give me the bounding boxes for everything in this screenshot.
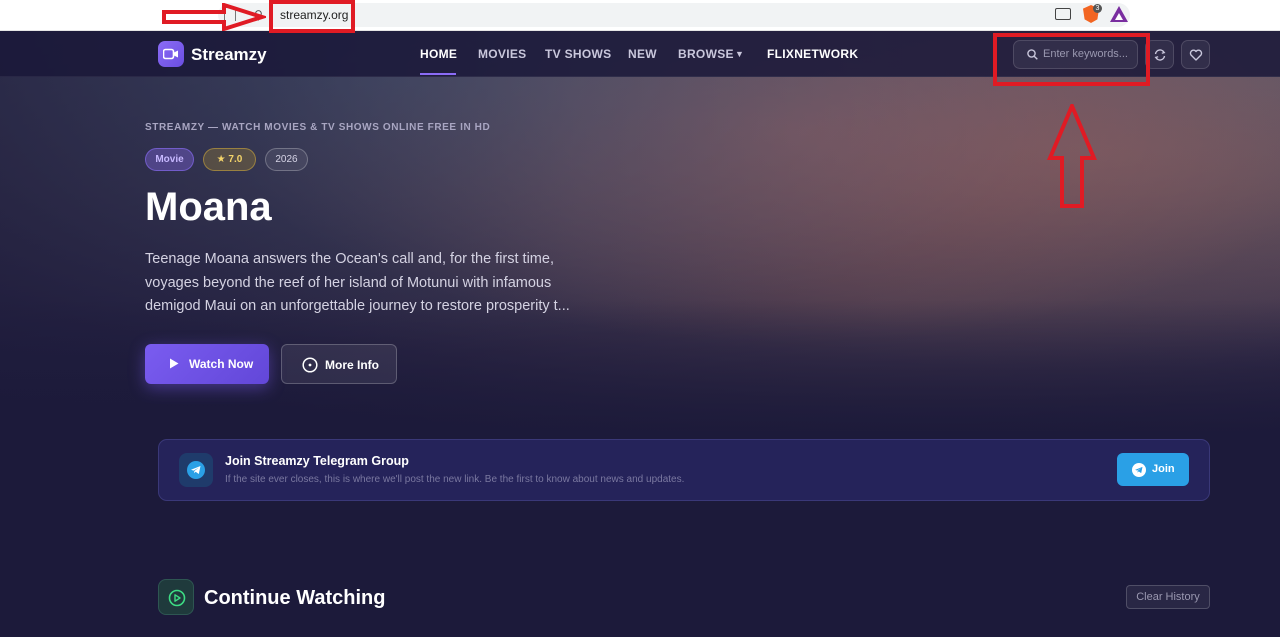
nav-tv-shows[interactable]: TV SHOWS — [545, 47, 611, 61]
watch-now-label: Watch Now — [189, 357, 254, 371]
telegram-icon — [187, 461, 205, 479]
nav-new[interactable]: NEW — [628, 47, 657, 61]
play-circle-icon — [168, 589, 186, 607]
nav-browse[interactable]: BROWSE — [678, 47, 734, 61]
telegram-banner — [158, 439, 1210, 501]
clear-history-button[interactable]: Clear History — [1126, 585, 1210, 609]
telegram-icon — [1132, 463, 1146, 477]
annotation-search-box — [993, 33, 1150, 86]
heart-icon — [1189, 49, 1203, 61]
chevron-down-icon[interactable]: ▼ — [735, 49, 744, 59]
telegram-icon-box — [179, 453, 213, 487]
telegram-subtitle: If the site ever closes, this is where w… — [225, 474, 685, 485]
nav-movies[interactable]: MOVIES — [478, 47, 526, 61]
continue-watching-icon-box — [158, 579, 194, 615]
logo-text[interactable]: Streamzy — [191, 45, 267, 65]
site-tagline: STREAMZY — WATCH MOVIES & TV SHOWS ONLIN… — [145, 122, 491, 133]
hero-title: Moana — [145, 185, 272, 229]
star-icon: ★ — [216, 154, 226, 165]
info-icon — [302, 357, 318, 373]
extension-badge: 3 — [1093, 4, 1102, 13]
telegram-title: Join Streamzy Telegram Group — [225, 454, 409, 468]
rating-value: 7.0 — [228, 154, 243, 165]
type-badge: Movie — [145, 148, 194, 171]
watch-now-button[interactable]: Watch Now — [145, 344, 269, 384]
hero-description: Teenage Moana answers the Ocean's call a… — [145, 251, 570, 314]
telegram-join-button[interactable]: Join — [1117, 453, 1189, 486]
nav-home[interactable]: HOME — [420, 47, 457, 61]
video-camera-icon — [163, 48, 178, 60]
play-icon — [170, 358, 179, 369]
nav-flixnetwork[interactable]: FLIXNETWORK — [767, 47, 858, 61]
annotation-arrow-right — [162, 3, 266, 31]
refresh-icon — [1154, 49, 1166, 61]
favorites-button[interactable] — [1181, 40, 1210, 69]
logo-badge[interactable] — [158, 41, 184, 67]
annotation-arrow-up — [1047, 104, 1097, 208]
join-label: Join — [1152, 463, 1175, 475]
annotation-url-box — [269, 0, 355, 33]
brave-rewards-icon-inner — [1115, 13, 1123, 20]
more-info-button[interactable]: More Info — [281, 344, 397, 384]
cast-icon[interactable] — [1055, 8, 1071, 20]
rating-badge: ★ 7.0 — [203, 148, 256, 171]
nav-active-indicator — [420, 73, 456, 75]
more-info-label: More Info — [325, 358, 379, 372]
continue-watching-title: Continue Watching — [204, 587, 386, 609]
year-badge: 2026 — [265, 148, 308, 171]
